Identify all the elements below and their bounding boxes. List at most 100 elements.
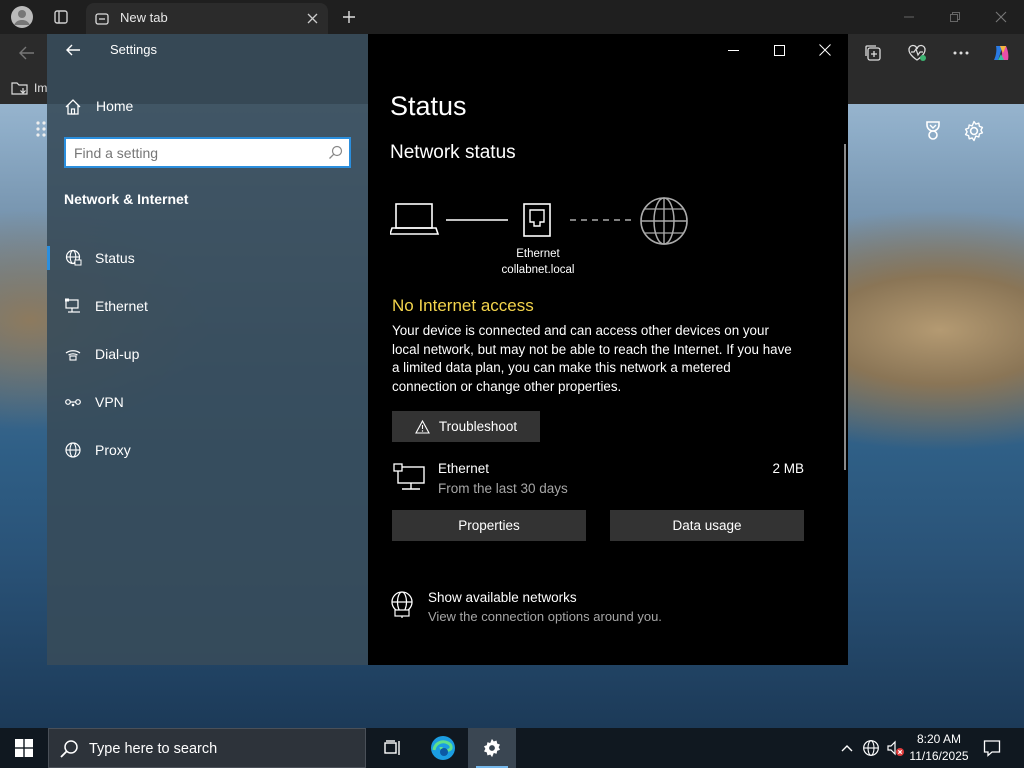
taskbar-search-placeholder: Type here to search: [89, 741, 218, 757]
show-networks-subtitle: View the connection options around you.: [428, 609, 662, 624]
settings-taskbar-button[interactable]: [468, 728, 516, 768]
nav-item-label: Dial-up: [95, 346, 140, 362]
nav-item-label: Proxy: [95, 442, 131, 458]
show-hidden-icons-button[interactable]: [836, 728, 858, 768]
more-options-icon[interactable]: [948, 42, 974, 64]
collections-icon[interactable]: [860, 42, 886, 64]
properties-button[interactable]: Properties: [392, 510, 586, 541]
new-tab-button[interactable]: [336, 5, 362, 29]
settings-gear-icon: [484, 739, 500, 757]
favorites-import-label[interactable]: Im: [34, 81, 47, 95]
troubleshoot-label: Troubleshoot: [438, 419, 518, 434]
browser-essentials-icon[interactable]: [904, 42, 930, 64]
network-domain-name: collabnet.local: [501, 264, 575, 276]
nav-item-label: VPN: [95, 394, 124, 410]
taskbar-search-icon: [60, 740, 78, 758]
clock-time: 8:20 AM: [916, 732, 962, 746]
chevron-up-icon: [841, 745, 853, 752]
minimize-icon: [727, 49, 739, 51]
edge-browser-icon: [431, 736, 455, 760]
browser-minimize-button[interactable]: [894, 4, 924, 30]
tab-actions-icon[interactable]: [48, 5, 74, 29]
page-title: Status: [390, 91, 467, 121]
show-networks-title: Show available networks: [428, 590, 577, 605]
internet-globe-icon: [640, 197, 688, 245]
rewards-trophy-icon[interactable]: [922, 120, 944, 142]
nav-item-vpn[interactable]: VPN: [47, 384, 368, 420]
settings-navigation-pane: Settings Home Network & Internet Status …: [47, 34, 368, 665]
settings-content-pane: Status Network status Ethernet collabnet…: [368, 34, 848, 665]
find-setting-search[interactable]: [64, 137, 351, 168]
network-tray-button[interactable]: [860, 728, 882, 768]
volume-muted-icon: [887, 740, 904, 756]
status-description: Your device is connected and can access …: [392, 323, 792, 394]
show-available-networks-link[interactable]: Show available networks View the connect…: [390, 589, 690, 629]
nav-item-label: Status: [95, 250, 135, 266]
connection-name: Ethernet: [438, 461, 490, 476]
task-view-button[interactable]: [370, 728, 416, 768]
nav-item-ethernet[interactable]: Ethernet: [47, 288, 368, 324]
proxy-globe-icon: [65, 442, 81, 458]
nav-item-label: Ethernet: [95, 298, 148, 314]
nav-home[interactable]: Home: [47, 90, 368, 124]
ethernet-adapter-icon: [523, 203, 551, 237]
notifications-button[interactable]: [976, 728, 1008, 768]
no-internet-heading: No Internet access: [392, 296, 534, 315]
ethernet-connection-row: Ethernet From the last 30 days 2 MB: [392, 459, 804, 499]
maximize-button[interactable]: [756, 34, 802, 66]
page-settings-gear-icon[interactable]: [963, 120, 985, 142]
troubleshoot-button[interactable]: Troubleshoot: [392, 411, 540, 442]
copilot-icon[interactable]: [988, 40, 1016, 66]
dialup-icon: [65, 350, 81, 361]
taskbar-clock[interactable]: 8:20 AM 11/16/2025: [904, 731, 974, 765]
volume-tray-button[interactable]: [884, 728, 906, 768]
close-button[interactable]: [802, 34, 848, 66]
newtab-icon: [95, 13, 109, 25]
scrollbar[interactable]: [844, 144, 846, 470]
browser-tab[interactable]: New tab: [86, 3, 328, 34]
start-button[interactable]: [0, 728, 48, 768]
close-icon: [819, 44, 831, 56]
back-arrow-icon: [66, 44, 80, 56]
tab-title: New tab: [120, 10, 168, 25]
search-input[interactable]: [74, 144, 314, 162]
data-usage-label: Data usage: [672, 518, 742, 533]
profile-avatar[interactable]: [8, 4, 36, 30]
section-title: Network & Internet: [64, 191, 189, 207]
nav-home-label: Home: [96, 98, 134, 114]
network-globe-icon: [863, 740, 879, 756]
available-networks-icon: [391, 591, 413, 618]
windows-logo-icon: [15, 739, 33, 757]
data-usage-button[interactable]: Data usage: [610, 510, 804, 541]
browser-back-icon[interactable]: [14, 42, 40, 64]
browser-close-button[interactable]: [986, 4, 1016, 30]
edge-taskbar-button[interactable]: [420, 728, 466, 768]
taskbar-search-box[interactable]: Type here to search: [48, 728, 366, 768]
import-favorites-icon[interactable]: [11, 80, 29, 96]
back-button[interactable]: [61, 38, 85, 62]
warning-icon: [414, 419, 430, 434]
vpn-icon: [65, 399, 81, 407]
search-icon: [329, 145, 343, 159]
notification-center-icon: [983, 740, 1001, 757]
browser-restore-button[interactable]: [940, 4, 970, 30]
maximize-icon: [773, 44, 785, 56]
home-icon: [65, 99, 81, 115]
network-status-title: Network status: [390, 142, 516, 163]
tab-close-icon[interactable]: [307, 13, 318, 24]
adapter-name: Ethernet: [516, 248, 560, 260]
browser-tab-bar: New tab: [0, 0, 1024, 34]
settings-window-title: Settings: [110, 42, 157, 57]
ethernet-connection-icon: [393, 463, 425, 490]
nav-item-status[interactable]: Status: [47, 240, 368, 276]
data-usage-amount: 2 MB: [772, 461, 804, 476]
usage-period: From the last 30 days: [438, 481, 568, 496]
nav-item-dialup[interactable]: Dial-up: [47, 336, 368, 372]
minimize-button[interactable]: [710, 34, 756, 66]
ethernet-icon: [65, 298, 80, 313]
nav-item-proxy[interactable]: Proxy: [47, 432, 368, 468]
clock-date: 11/16/2025: [909, 749, 969, 763]
diagram-caption: Ethernet collabnet.local: [488, 246, 588, 278]
computer-icon: [390, 203, 440, 235]
taskbar: Type here to search 8:20 AM 11/16/2025: [0, 728, 1024, 768]
